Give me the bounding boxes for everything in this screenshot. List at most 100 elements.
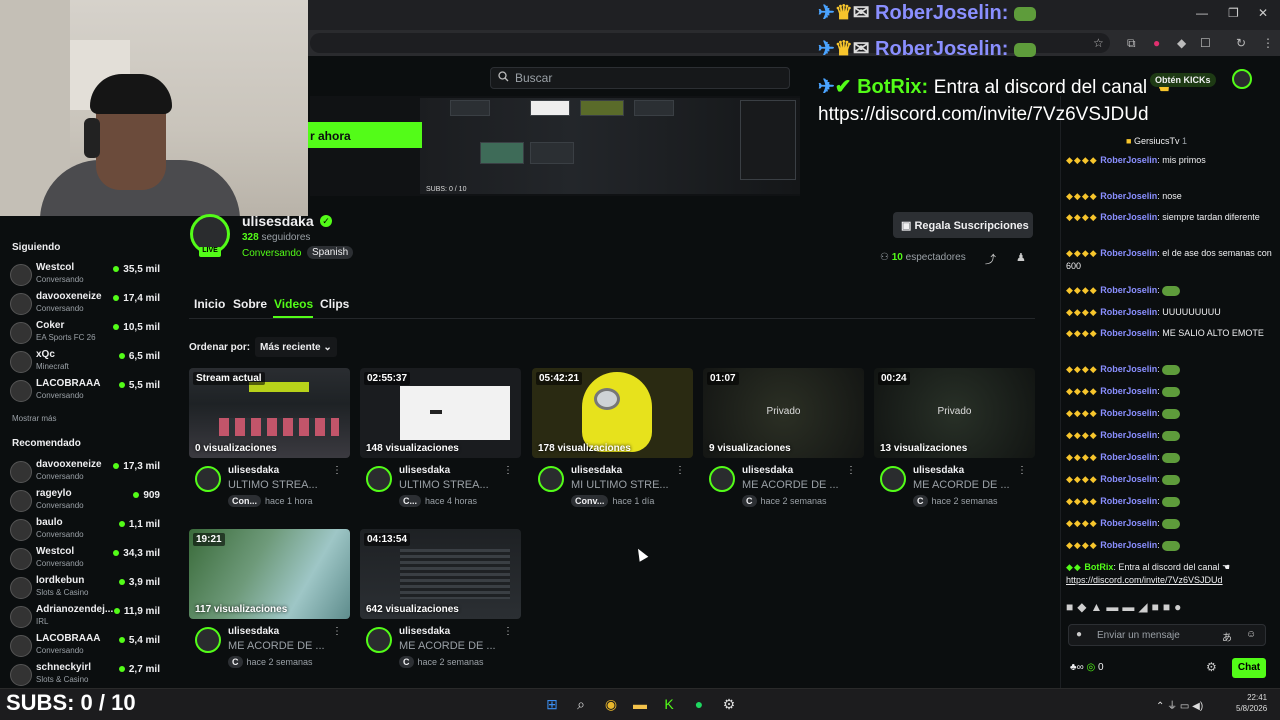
channel-points[interactable]: ♣∞ ◎ 0 — [1070, 662, 1104, 673]
language-tag[interactable]: Spanish — [307, 246, 354, 259]
sidebar-channel[interactable]: davooxeneize Conversando 17,3 mil — [10, 459, 160, 487]
video-thumbnail[interactable]: Privado 00:24 13 visualizaciones — [874, 368, 1035, 458]
live-dot-icon — [113, 463, 120, 469]
video-card[interactable]: 19:21 117 visualizaciones ulisesdaka ME … — [189, 529, 350, 669]
cta-button[interactable]: r ahora — [308, 122, 422, 148]
avatar[interactable] — [195, 627, 221, 653]
more-options-icon[interactable]: ⋮ — [503, 465, 513, 476]
gear-icon[interactable]: ⚙ — [1206, 660, 1217, 674]
minimize-icon[interactable]: — — [1196, 6, 1208, 20]
close-icon[interactable]: ✕ — [1258, 6, 1268, 20]
extension-icon[interactable]: ● — [1153, 36, 1160, 50]
live-dot-icon — [113, 295, 120, 301]
sidebar-channel[interactable]: Westcol Conversando 35,5 mil — [10, 262, 160, 290]
system-clock[interactable]: 22:41 5/8/2026 — [1236, 692, 1267, 714]
settings-icon[interactable]: ⚙ — [720, 696, 738, 712]
sidebar-channel[interactable]: Adrianozendej... IRL 11,9 mil — [10, 604, 160, 632]
windows-start-icon[interactable]: ⊞ — [543, 696, 561, 712]
tab-sobre[interactable]: Sobre — [233, 297, 267, 311]
video-card[interactable]: 05:42:21 178 visualizaciones ulisesdaka … — [532, 368, 693, 508]
sort-dropdown[interactable]: Más reciente ⌄ — [255, 337, 337, 357]
extension-icon[interactable]: ⧉ — [1127, 36, 1136, 51]
chat-send-button[interactable]: Chat — [1232, 658, 1266, 678]
video-thumbnail[interactable]: Privado 01:07 9 visualizaciones — [703, 368, 864, 458]
browser-menu-icon[interactable]: ⋮ — [1262, 36, 1274, 50]
avatar[interactable] — [366, 466, 392, 492]
share-icon[interactable]: ⤴ — [985, 251, 996, 267]
video-thumbnail[interactable]: 05:42:21 178 visualizaciones — [532, 368, 693, 458]
avatar[interactable] — [366, 627, 392, 653]
sidebar-channel[interactable]: baulo Conversando 1,1 mil — [10, 517, 160, 545]
more-options-icon[interactable]: ⋮ — [332, 626, 342, 637]
video-thumbnail[interactable]: 19:21 117 visualizaciones — [189, 529, 350, 619]
sidebar-channel[interactable]: LACOBRAAA Conversando 5,4 mil — [10, 633, 160, 661]
more-options-icon[interactable]: ⋮ — [675, 465, 685, 476]
reload-icon[interactable]: ↻ — [1236, 36, 1246, 50]
spotify-icon[interactable]: ● — [690, 696, 708, 712]
sidebar-channel[interactable]: xQc Minecraft 6,5 mil — [10, 349, 160, 377]
tab-inicio[interactable]: Inicio — [194, 297, 225, 311]
gift-subs-button[interactable]: ▣ Regala Suscripciones — [893, 212, 1033, 238]
search-input[interactable]: Buscar — [490, 67, 790, 89]
video-card[interactable]: 04:13:54 642 visualizaciones ulisesdaka … — [360, 529, 521, 669]
translate-icon[interactable]: あ — [1222, 629, 1232, 644]
sidebar-channel[interactable]: lordkebun Slots & Casino 3,9 mil — [10, 575, 160, 603]
more-options-icon[interactable]: ⋮ — [503, 626, 513, 637]
get-kicks-button[interactable]: Obtén KICKs — [1150, 73, 1216, 87]
emoji-icon[interactable]: ☺ — [1246, 629, 1256, 640]
tab-clips[interactable]: Clips — [320, 297, 349, 311]
stream-category[interactable]: Conversando — [242, 248, 301, 259]
avatar[interactable] — [880, 466, 906, 492]
system-tray-icons[interactable]: ⌃ ⏚ ▭ ◀) — [1156, 697, 1203, 712]
sidebar-channel[interactable]: Coker EA Sports FC 26 10,5 mil — [10, 320, 160, 348]
bookmark-star-icon[interactable]: ☆ — [1093, 36, 1104, 50]
extensions-puzzle-icon[interactable]: ☐ — [1200, 36, 1211, 50]
extension-icon[interactable]: ◆ — [1177, 36, 1186, 50]
video-thumbnail[interactable]: 04:13:54 642 visualizaciones — [360, 529, 521, 619]
channel-name: baulo — [36, 517, 63, 528]
file-explorer-icon[interactable]: ▬ — [631, 696, 649, 712]
video-meta: Chace 2 semanas — [228, 656, 313, 668]
sidebar-channel[interactable]: davooxeneize Conversando 17,4 mil — [10, 291, 160, 319]
sidebar-channel[interactable]: Westcol Conversando 34,3 mil — [10, 546, 160, 574]
avatar[interactable] — [195, 466, 221, 492]
view-count: 148 visualizaciones — [366, 443, 459, 454]
channel-category: Conversando — [36, 275, 84, 284]
overlay-bot-link: https://discord.com/invite/7Vz6VSJDUd — [818, 104, 1149, 125]
tab-videos[interactable]: Videos — [274, 297, 313, 311]
video-thumbnail[interactable]: Stream actual 0 visualizaciones — [189, 368, 350, 458]
sidebar-channel[interactable]: schneckyirl Slots & Casino 2,7 mil — [10, 662, 160, 690]
chrome-icon[interactable]: ◉ — [602, 696, 620, 712]
avatar[interactable] — [709, 466, 735, 492]
more-options-icon[interactable]: ⋮ — [332, 465, 342, 476]
sidebar-channel[interactable]: rageylo Conversando 909 — [10, 488, 160, 516]
more-options-icon[interactable]: ⋮ — [846, 465, 856, 476]
show-more-link[interactable]: Mostrar más — [12, 414, 56, 423]
video-card[interactable]: Stream actual 0 visualizaciones ulisesda… — [189, 368, 350, 508]
restore-icon[interactable]: ❐ — [1228, 6, 1239, 20]
live-dot-icon — [113, 324, 120, 330]
discord-link[interactable]: https://discord.com/invite/7Vz6VSJDUd — [1066, 575, 1223, 585]
video-thumbnail[interactable]: 02:55:37 148 visualizaciones — [360, 368, 521, 458]
more-options-icon[interactable]: ⋮ — [1017, 465, 1027, 476]
user-icon[interactable]: ♟ — [1016, 251, 1026, 264]
kick-app-icon[interactable]: K — [660, 696, 678, 712]
video-card[interactable]: Privado 01:07 9 visualizaciones ulisesda… — [703, 368, 864, 508]
user-settings-icon[interactable]: ● — [1076, 629, 1082, 640]
search-icon[interactable]: ⌕ — [572, 696, 590, 712]
avatar — [10, 380, 32, 402]
video-card[interactable]: 02:55:37 148 visualizaciones ulisesdaka … — [360, 368, 521, 508]
video-title: ULTIMO STREA... — [399, 479, 489, 491]
video-card[interactable]: Privado 00:24 13 visualizaciones ulisesd… — [874, 368, 1035, 508]
view-count: 117 visualizaciones — [195, 604, 288, 615]
emote-bar[interactable]: ■◆▲▬▬◢■■● — [1066, 600, 1185, 614]
video-badge: 00:24 — [878, 372, 910, 385]
profile-avatar[interactable] — [1232, 69, 1252, 89]
sidebar-channel[interactable]: LACOBRAAA Conversando 5,5 mil — [10, 378, 160, 406]
video-title: ULTIMO STREA... — [228, 479, 318, 491]
avatar[interactable] — [538, 466, 564, 492]
chat-input[interactable]: Enviar un mensaje — [1068, 624, 1266, 646]
live-dot-icon — [118, 579, 125, 585]
avatar — [10, 519, 32, 541]
viewer-count: 909 — [133, 490, 160, 501]
